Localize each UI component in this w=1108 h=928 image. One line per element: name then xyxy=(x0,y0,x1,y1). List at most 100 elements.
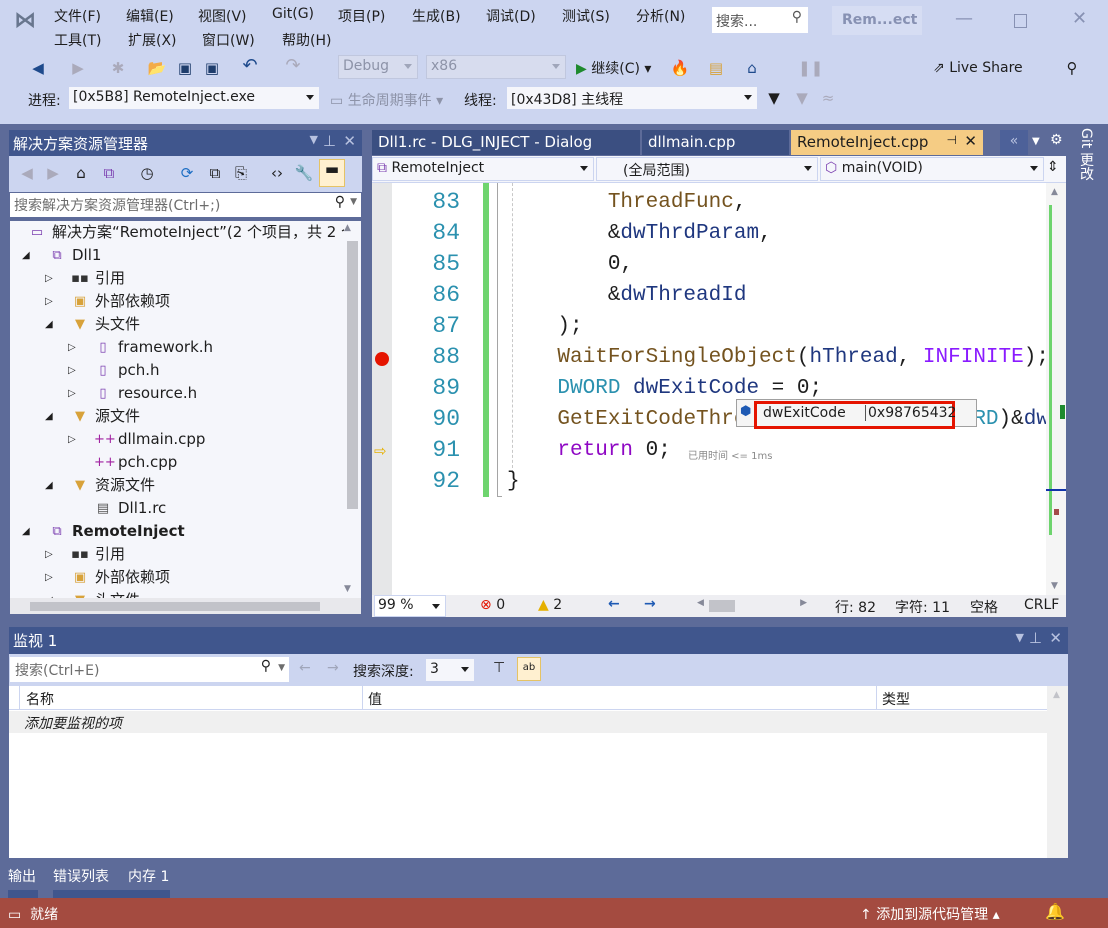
close-icon[interactable]: ✕ xyxy=(1049,629,1062,647)
feedback-icon[interactable]: ⚲ xyxy=(1062,59,1082,77)
view-as-text-icon[interactable]: ab xyxy=(517,657,541,681)
column-header-value[interactable]: 值 xyxy=(362,686,876,710)
column-header-type[interactable]: 类型 xyxy=(876,686,1047,710)
dropdown-icon[interactable]: ▼ xyxy=(310,133,318,146)
menu-item[interactable]: 窗口(W) xyxy=(202,30,255,50)
solution-search-input[interactable]: 搜索解决方案资源管理器(Ctrl+;) ⚲ ▼ xyxy=(10,193,361,217)
member-nav-select[interactable]: ⬡ main(VOID) xyxy=(820,157,1044,181)
add-watch-row[interactable]: 添加要监视的项 xyxy=(9,711,1047,733)
vertical-scrollbar[interactable]: ▲ ▼ xyxy=(1046,183,1066,595)
menu-item[interactable]: Git(G) xyxy=(272,6,314,22)
current-statement-arrow-icon[interactable]: ⇨ xyxy=(374,442,387,460)
collapsed-arrow-icon[interactable]: ▷ xyxy=(45,543,53,566)
tab-overflow-button[interactable]: « xyxy=(1000,130,1028,155)
data-tip-value[interactable]: 0x98765432 xyxy=(865,405,956,421)
properties-icon[interactable]: 🔧 xyxy=(294,164,314,182)
expanded-arrow-icon[interactable]: ◢ xyxy=(45,313,53,336)
code-line[interactable]: WaitForSingleObject(hThread, INFINITE); xyxy=(507,346,1046,369)
pin-icon[interactable]: ⊥ xyxy=(1029,629,1042,647)
tab-1[interactable]: Dll1.rc - DLG_INJECT - Dialog xyxy=(372,130,640,155)
bottom-tab[interactable]: 内存 1 xyxy=(128,866,170,898)
pin-icon[interactable]: ⊥ xyxy=(323,132,336,150)
menu-item[interactable]: 生成(B) xyxy=(412,6,461,26)
watch-search-input[interactable]: 搜索(Ctrl+E) ⚲ ▼ xyxy=(10,657,289,682)
solution-name-badge[interactable]: Rem...ect xyxy=(832,6,922,35)
whitespace-indicator[interactable]: 空格 xyxy=(970,597,998,617)
eol-indicator[interactable]: CRLF xyxy=(1024,597,1059,613)
bottom-tab[interactable]: 错误列表 xyxy=(53,866,160,898)
tree-item[interactable]: ◢ ⧉ RemoteInject xyxy=(10,520,344,543)
horizontal-scrollbar[interactable]: ◀ ▶ xyxy=(697,598,807,614)
zoom-select[interactable]: 99 % xyxy=(374,595,446,617)
git-changes-side-tab[interactable]: Git 更改 xyxy=(1074,128,1096,181)
home-window-icon[interactable]: ⌂ xyxy=(742,59,762,77)
live-share-button[interactable]: ⇗ Live Share xyxy=(933,60,1023,76)
watch-scrollbar[interactable]: ▲ xyxy=(1047,686,1068,858)
collapsed-arrow-icon[interactable]: ▷ xyxy=(68,359,76,382)
code-editor[interactable]: ThreadFunc, &dwThrdParam, 0, &dwThreadId… xyxy=(372,183,1066,595)
tree-item[interactable]: ◢ ▼ 资源文件 xyxy=(10,474,344,497)
menu-item[interactable]: 分析(N) xyxy=(636,6,685,26)
tab-dropdown-icon[interactable]: ▼ xyxy=(1032,136,1040,147)
show-all-files-icon[interactable]: ⎘ xyxy=(231,164,251,182)
undo-icon[interactable]: ↶ xyxy=(240,57,260,75)
continue-button[interactable]: ▶ 继续(C) ▾ xyxy=(576,58,651,78)
menu-item[interactable]: 调试(D) xyxy=(486,6,536,26)
new-project-icon[interactable]: ✱ xyxy=(108,59,128,77)
add-to-source-control-button[interactable]: ↑ 添加到源代码管理 ▴ xyxy=(860,904,1000,924)
close-icon[interactable]: ✕ xyxy=(343,132,356,150)
bottom-tab[interactable]: 输出 xyxy=(8,866,38,898)
tree-item[interactable]: ▤ Dll1.rc xyxy=(10,497,344,520)
tree-item[interactable]: ◢ ▼ 头文件 xyxy=(10,589,344,598)
back-icon[interactable]: ◀ xyxy=(28,59,48,77)
code-line[interactable]: &dwThreadId xyxy=(507,284,747,307)
tree-item[interactable]: ▷ ▯ framework.h xyxy=(10,336,344,359)
code-line[interactable]: return 0; xyxy=(507,439,670,462)
pin-filter-icon[interactable]: ⊤ xyxy=(493,660,505,676)
collapsed-arrow-icon[interactable]: ▷ xyxy=(68,428,76,451)
tree-item[interactable]: ◢ ▼ 源文件 xyxy=(10,405,344,428)
code-viewport[interactable]: ThreadFunc, &dwThrdParam, 0, &dwThreadId… xyxy=(502,183,1046,595)
forward-icon[interactable]: ▶ xyxy=(68,59,88,77)
navigate-back-icon[interactable]: ← xyxy=(608,596,620,612)
tree-item[interactable]: ▷ ▯ resource.h xyxy=(10,382,344,405)
tree-item[interactable]: ▷ ▯ pch.h xyxy=(10,359,344,382)
save-all-icon[interactable]: ▣ xyxy=(202,59,222,77)
collapsed-arrow-icon[interactable]: ▷ xyxy=(45,566,53,589)
dropdown-icon[interactable]: ▼ xyxy=(1016,631,1024,644)
hot-reload-icon[interactable]: 🔥 xyxy=(670,59,690,77)
search-options-icon[interactable]: ▼ xyxy=(350,197,357,207)
minimize-button[interactable]: — xyxy=(955,8,973,29)
tab-3[interactable]: RemoteInject.cpp ⊣ ✕ xyxy=(791,130,983,155)
code-line[interactable]: ThreadFunc, xyxy=(507,191,747,214)
code-line[interactable]: } xyxy=(507,470,520,493)
tree-horizontal-scrollbar[interactable] xyxy=(10,598,361,614)
save-icon[interactable]: ▣ xyxy=(175,59,195,77)
preview-selected-icon[interactable]: ▬ xyxy=(319,159,345,187)
menu-item[interactable]: 帮助(H) xyxy=(282,30,331,50)
breakpoint-icon[interactable] xyxy=(375,352,389,366)
collapsed-arrow-icon[interactable]: ▷ xyxy=(68,382,76,405)
close-tab-icon[interactable]: ✕ xyxy=(964,132,977,150)
collapse-all-icon[interactable]: ⧉ xyxy=(205,164,225,182)
tab-2[interactable]: dllmain.cpp xyxy=(642,130,789,155)
menu-item[interactable]: 扩展(X) xyxy=(128,30,177,50)
switch-views-icon[interactable]: ⧉ xyxy=(99,164,119,182)
menu-item[interactable]: 工具(T) xyxy=(54,30,101,50)
split-editor-icon[interactable]: ⇕ xyxy=(1047,159,1059,175)
thread-select[interactable]: [0x43D8] 主线程 xyxy=(506,86,758,110)
maximize-button[interactable] xyxy=(1014,14,1027,28)
project-nav-select[interactable]: ⧉ RemoteInject xyxy=(372,157,594,181)
close-button[interactable]: ✕ xyxy=(1072,8,1087,29)
tree-vertical-scrollbar[interactable]: ▲ ▼ xyxy=(344,221,361,598)
expanded-arrow-icon[interactable]: ◢ xyxy=(45,589,53,598)
filter-icon[interactable]: ▼ xyxy=(764,89,784,107)
tree-item[interactable]: ▭ 解决方案“RemoteInject”(2 个项目，共 2 个 xyxy=(10,221,344,244)
code-line[interactable]: DWORD dwExitCode = 0; xyxy=(507,377,822,400)
menu-item[interactable]: 测试(S) xyxy=(562,6,610,26)
pending-changes-icon[interactable]: ◷ xyxy=(137,164,157,182)
char-indicator[interactable]: 字符: 11 xyxy=(895,597,950,617)
process-select[interactable]: [0x5B8] RemoteInject.exe xyxy=(68,86,320,110)
tree-item[interactable]: ◢ ▼ 头文件 xyxy=(10,313,344,336)
expanded-arrow-icon[interactable]: ◢ xyxy=(22,520,30,543)
